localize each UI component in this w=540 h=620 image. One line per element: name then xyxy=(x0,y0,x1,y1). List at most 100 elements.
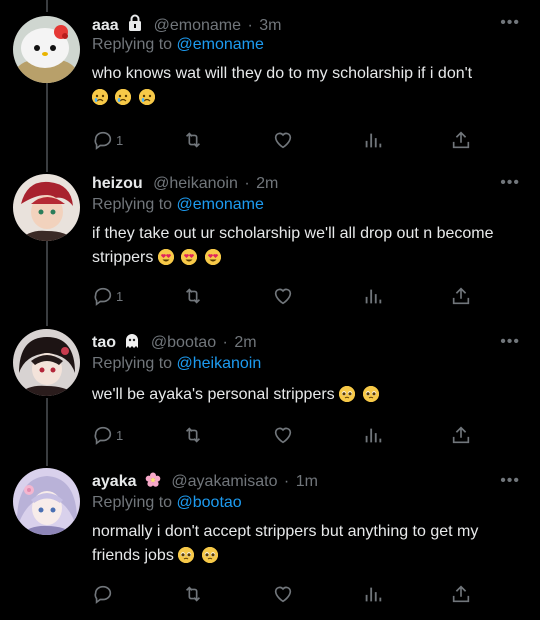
retweet-button[interactable] xyxy=(182,284,204,308)
crying-face-emoji xyxy=(92,89,108,105)
retweet-icon xyxy=(185,132,201,148)
mention-link[interactable]: @heikanoin xyxy=(177,355,262,372)
thread-line xyxy=(46,0,48,12)
tweet-text-content: normally i don't accept strippers but an… xyxy=(92,523,479,564)
tweet[interactable]: aaa @emoname · 3m ••• Replying to @emona… xyxy=(0,14,540,164)
avatar-image xyxy=(13,174,80,241)
reply-button[interactable]: 1 xyxy=(92,128,123,152)
like-button[interactable] xyxy=(272,582,294,606)
handle[interactable]: @ayakamisato xyxy=(171,473,277,490)
tweet[interactable]: tao @bootao · 2m ••• Replying to @heikan… xyxy=(0,329,540,463)
retweet-icon xyxy=(185,427,201,443)
replying-label: Replying to xyxy=(92,196,173,213)
retweet-button[interactable] xyxy=(182,423,204,447)
tweet[interactable]: ayaka @ayakamisato · 1m ••• Replying to … xyxy=(0,468,540,620)
analytics-icon xyxy=(365,289,382,304)
share-icon xyxy=(452,426,470,444)
tweet-text-content: if they take out ur scholarship we'll al… xyxy=(92,225,494,266)
display-name[interactable]: ayaka xyxy=(92,473,137,490)
timestamp[interactable]: 3m xyxy=(259,17,281,34)
analytics-icon xyxy=(365,428,382,443)
heart-icon xyxy=(274,427,292,444)
retweet-button[interactable] xyxy=(182,582,204,606)
timestamp[interactable]: 2m xyxy=(234,334,256,351)
heart-icon xyxy=(274,132,292,149)
tweet-text-content: who knows wat will they do to my scholar… xyxy=(92,65,473,82)
handle[interactable]: @emoname xyxy=(154,17,241,34)
more-options-icon[interactable]: ••• xyxy=(500,473,520,489)
avatar-image xyxy=(13,16,80,83)
separator: · xyxy=(247,17,253,34)
ghost-icon xyxy=(124,333,140,355)
more-options-icon[interactable]: ••• xyxy=(500,334,520,350)
retweet-icon xyxy=(185,288,201,304)
separator: · xyxy=(244,175,250,192)
tweet-text: we'll be ayaka's personal strippers xyxy=(92,383,522,407)
tweet-actions: 1 xyxy=(92,423,492,447)
reply-button[interactable] xyxy=(92,582,116,606)
separator: · xyxy=(222,334,228,351)
heart-icon xyxy=(274,288,292,305)
share-button[interactable] xyxy=(450,128,472,152)
heart-eyes-face-emoji xyxy=(204,249,221,265)
like-button[interactable] xyxy=(272,423,294,447)
analytics-button[interactable] xyxy=(362,284,384,308)
replying-label: Replying to xyxy=(92,494,173,511)
timestamp[interactable]: 1m xyxy=(296,473,318,490)
handle[interactable]: @bootao xyxy=(151,334,216,351)
pleading-face-emoji xyxy=(178,547,195,563)
analytics-icon xyxy=(365,133,382,148)
separator: · xyxy=(283,473,290,490)
analytics-button[interactable] xyxy=(362,128,384,152)
more-options-icon[interactable]: ••• xyxy=(500,175,520,191)
tweet-text: who knows wat will they do to my scholar… xyxy=(92,62,522,110)
handle[interactable]: @heikanoin xyxy=(153,175,238,192)
heart-eyes-face-emoji xyxy=(181,249,198,265)
timestamp[interactable]: 2m xyxy=(256,175,278,192)
retweet-button[interactable] xyxy=(182,128,204,152)
tweet-header: ayaka @ayakamisato · 1m xyxy=(92,472,318,494)
share-button[interactable] xyxy=(450,582,472,606)
mention-link[interactable]: @emoname xyxy=(177,36,264,53)
share-button[interactable] xyxy=(450,284,472,308)
reply-button[interactable]: 1 xyxy=(92,284,123,308)
tweet[interactable]: heizou @heikanoin · 2m ••• Replying to @… xyxy=(0,174,540,324)
analytics-icon xyxy=(365,587,382,602)
reply-icon xyxy=(94,426,112,445)
lock-icon xyxy=(127,14,143,38)
reply-button[interactable]: 1 xyxy=(92,423,123,447)
pleading-face-emoji xyxy=(362,386,379,402)
pleading-face-emoji xyxy=(201,547,218,563)
avatar[interactable] xyxy=(13,16,80,83)
avatar[interactable] xyxy=(13,468,80,535)
like-button[interactable] xyxy=(272,128,294,152)
more-options-icon[interactable]: ••• xyxy=(500,15,520,31)
reply-icon xyxy=(94,287,112,306)
like-button[interactable] xyxy=(272,284,294,308)
mention-link[interactable]: @bootao xyxy=(177,494,242,511)
heart-eyes-face-emoji xyxy=(157,249,174,265)
share-icon xyxy=(452,585,470,603)
replying-to: Replying to @heikanoin xyxy=(92,355,261,373)
replying-to: Replying to @bootao xyxy=(92,494,242,512)
heart-icon xyxy=(274,586,292,603)
tweet-text: normally i don't accept strippers but an… xyxy=(92,520,522,568)
display-name[interactable]: heizou xyxy=(92,175,143,192)
analytics-button[interactable] xyxy=(362,423,384,447)
replying-to: Replying to @emoname xyxy=(92,36,264,54)
avatar-image xyxy=(13,468,80,535)
share-button[interactable] xyxy=(450,423,472,447)
reply-count: 1 xyxy=(116,427,124,443)
tweet-header: heizou @heikanoin · 2m xyxy=(92,174,278,194)
reply-icon xyxy=(94,585,112,604)
avatar[interactable] xyxy=(13,329,80,396)
retweet-icon xyxy=(185,586,201,602)
share-icon xyxy=(452,287,470,305)
tweet-actions: 1 xyxy=(92,284,492,308)
avatar[interactable] xyxy=(13,174,80,241)
mention-link[interactable]: @emoname xyxy=(177,196,264,213)
analytics-button[interactable] xyxy=(362,582,384,606)
display-name[interactable]: aaa xyxy=(92,17,119,34)
tweet-header: aaa @emoname · 3m xyxy=(92,14,281,38)
display-name[interactable]: tao xyxy=(92,334,116,351)
